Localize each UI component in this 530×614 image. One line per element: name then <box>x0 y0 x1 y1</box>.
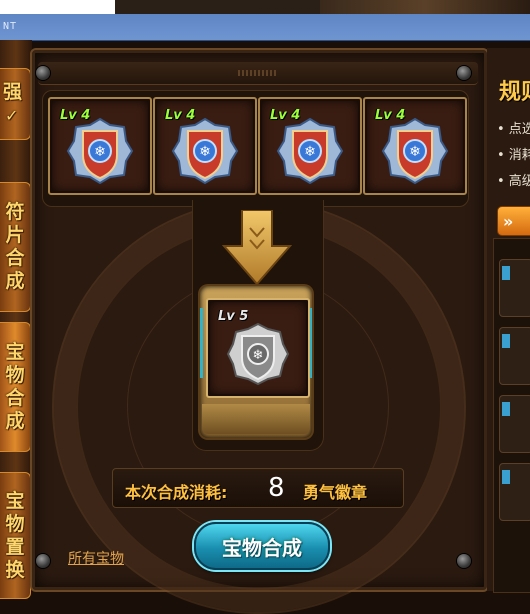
nav-tab-treasure-synthesis[interactable]: 宝 物 合 成 <box>0 322 31 452</box>
item-icon <box>502 470 510 484</box>
input-slot-4[interactable]: Lv 4 ❄ <box>363 97 467 195</box>
result-slot: Lv 5 ❄ <box>200 286 312 438</box>
cost-unit: 勇气徽章 <box>303 483 368 502</box>
nav-tab-fragment-char: 合 <box>5 247 25 269</box>
input-slot-1[interactable]: Lv 4 ❄ <box>48 97 152 195</box>
courage-badge-icon: ❄ <box>66 117 134 185</box>
rivet-icon <box>36 66 50 80</box>
courage-badge-icon: ❄ <box>171 117 239 185</box>
all-treasures-link[interactable]: 所有宝物 <box>68 548 124 568</box>
rules-item-list <box>493 238 530 593</box>
list-item[interactable] <box>499 463 530 521</box>
rules-title: 规则 <box>499 80 530 105</box>
rivet-icon <box>457 66 471 80</box>
game-top-tabs <box>320 0 530 14</box>
courage-badge-icon: ❄ <box>381 117 449 185</box>
rules-line: • 点选 <box>497 122 530 137</box>
nav-tab-enhance-glyph: ✓ <box>5 106 19 125</box>
nav-tab-treasure-char: 成 <box>5 410 25 432</box>
list-item[interactable] <box>499 327 530 385</box>
nav-tab-swap-char: 置 <box>5 535 25 558</box>
nav-tab-treasure-char: 合 <box>5 387 25 409</box>
nav-tab-treasure-swap[interactable]: 宝 物 置 换 <box>0 472 31 599</box>
nav-tab-fragment-char: 符 <box>5 201 25 223</box>
down-arrow-icon <box>222 210 292 286</box>
svg-text:❄: ❄ <box>253 348 264 363</box>
nav-tab-swap-char: 换 <box>5 558 25 581</box>
left-nav: 强 ✓ 符 片 合 成 宝 物 合 成 宝 物 置 换 <box>0 40 32 599</box>
nav-tab-treasure-char: 物 <box>5 364 25 386</box>
nav-tab-treasure-char: 宝 <box>5 341 25 363</box>
svg-text:❄: ❄ <box>304 144 316 160</box>
synthesize-button-label: 宝物合成 <box>222 535 302 560</box>
svg-text:❄: ❄ <box>199 144 211 160</box>
expand-button[interactable]: » <box>497 206 530 236</box>
nav-tab-enhance-label: 强 <box>3 81 23 103</box>
window-titlebar: NT <box>0 14 530 41</box>
panel-top-bar <box>38 62 478 85</box>
cost-value: 8 <box>268 473 285 503</box>
top-strip <box>0 0 530 14</box>
rivet-icon <box>457 554 471 568</box>
cost-label: 本次合成消耗: <box>125 483 228 502</box>
rules-line: • 消耗 <box>497 148 530 163</box>
input-slot-3[interactable]: Lv 4 ❄ <box>258 97 362 195</box>
cyan-accent <box>200 308 203 378</box>
nav-tab-enhance[interactable]: 强 ✓ <box>0 68 31 140</box>
input-slots: Lv 4 ❄ Lv 4 ❄ Lv 4 ❄ Lv 4 ❄ <box>42 90 469 207</box>
silver-badge-icon: ❄ <box>226 322 290 386</box>
rules-panel: 规则 • 点选 • 消耗 • 高级 » <box>487 48 530 593</box>
nav-tab-swap-char: 宝 <box>5 489 25 512</box>
input-slot-2[interactable]: Lv 4 ❄ <box>153 97 257 195</box>
cost-bar: 本次合成消耗: 8 勇气徽章 <box>112 468 404 508</box>
item-icon <box>502 402 510 416</box>
rivet-icon <box>36 554 50 568</box>
result-pedestal <box>202 404 310 434</box>
window-title: NT <box>3 21 18 32</box>
svg-text:❄: ❄ <box>409 144 421 160</box>
nav-tab-fragment-char: 片 <box>5 224 25 246</box>
synthesize-button[interactable]: 宝物合成 <box>194 522 330 570</box>
top-strip-blank <box>0 0 115 14</box>
nav-tab-fragment-synthesis[interactable]: 符 片 合 成 <box>0 182 31 312</box>
courage-badge-icon: ❄ <box>276 117 344 185</box>
expand-icon: » <box>503 211 514 231</box>
grip-dots <box>238 70 278 76</box>
synthesis-panel: Lv 4 ❄ Lv 4 ❄ Lv 4 ❄ Lv 4 ❄ Lv 5 ❄ 本次合成消… <box>30 48 489 614</box>
item-icon <box>502 266 510 280</box>
list-item[interactable] <box>499 259 530 317</box>
nav-tab-swap-char: 物 <box>5 512 25 535</box>
result-item[interactable]: Lv 5 ❄ <box>206 298 310 398</box>
rules-line: • 高级 <box>497 174 530 189</box>
item-icon <box>502 334 510 348</box>
nav-tab-fragment-char: 成 <box>5 270 25 292</box>
list-item[interactable] <box>499 395 530 453</box>
svg-text:❄: ❄ <box>94 144 106 160</box>
